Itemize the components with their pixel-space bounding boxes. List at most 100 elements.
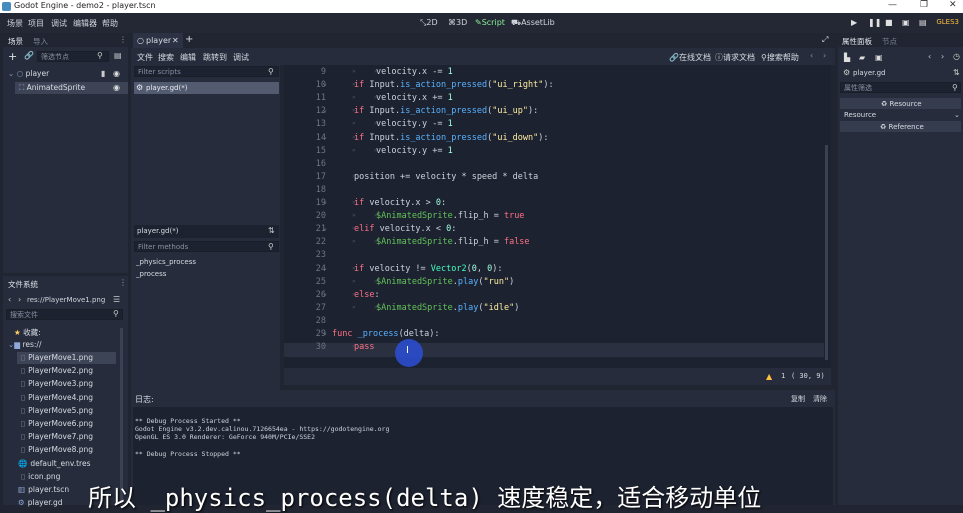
tab-import[interactable]: 导入 <box>33 36 48 47</box>
script-menu-file[interactable]: 文件 <box>137 52 153 63</box>
line-number: 11 <box>315 93 326 104</box>
dock-menu-icon[interactable]: ⋮ <box>119 35 127 44</box>
filter-methods-input[interactable]: Filter methods <box>134 241 279 252</box>
resource-section-label[interactable]: Resource <box>844 111 876 119</box>
script-item-label: player.gd(*) <box>146 84 188 92</box>
fold-arrow-icon[interactable]: ⌄ <box>322 290 328 298</box>
tab-inspector[interactable]: 属性面板 <box>842 36 872 47</box>
workspace-2d[interactable]: ⤡2D <box>420 18 438 28</box>
history-forward-icon[interactable]: › <box>941 52 944 61</box>
file-item[interactable]: ▯ icon.png <box>21 472 60 481</box>
close-icon[interactable]: ✕ <box>949 0 957 10</box>
file-item[interactable]: ⚙ player.gd <box>18 498 63 507</box>
indent-marker: » <box>374 238 378 246</box>
fullscreen-icon[interactable]: ⤢ <box>822 35 828 45</box>
sort-icon[interactable]: ⇅ <box>268 226 275 235</box>
root-folder[interactable]: ⌄▆ res:// <box>8 340 41 349</box>
node-player[interactable]: ⌄ ○ player <box>8 69 49 78</box>
play-icon[interactable]: ▶ <box>851 18 857 27</box>
tab-scene[interactable]: 场景 <box>8 36 23 47</box>
history-back-icon[interactable]: ‹ <box>810 51 813 60</box>
favorites-item[interactable]: ★ 收藏: <box>14 327 41 338</box>
fold-arrow-icon[interactable]: ⌄ <box>322 106 328 114</box>
file-item[interactable]: 🌐 default_env.tres <box>18 459 90 468</box>
visibility-icon[interactable]: ◉ <box>113 69 120 78</box>
add-tab-icon[interactable]: + <box>185 34 193 45</box>
node-animatedsprite[interactable]: ⛶ AnimatedSprite <box>19 83 85 93</box>
menu-help[interactable]: 帮助 <box>102 18 118 29</box>
workspace-script[interactable]: ✎Script <box>475 18 505 27</box>
new-resource-icon[interactable]: ▙ <box>844 53 850 62</box>
script-menu-edit[interactable]: 编辑 <box>180 52 196 63</box>
tab-node[interactable]: 节点 <box>882 36 897 47</box>
script-menu-debug[interactable]: 调试 <box>233 52 249 63</box>
fold-arrow-icon[interactable]: ⌄ <box>322 133 328 141</box>
warning-icon[interactable]: ▲ <box>766 372 772 381</box>
search-help-button[interactable]: ⚲搜索帮助 <box>761 52 799 63</box>
clear-button[interactable]: 清除 <box>813 394 827 404</box>
play-scene-icon[interactable]: ▣ <box>902 18 910 27</box>
minimize-icon[interactable]: — <box>888 0 897 10</box>
menu-debug[interactable]: 调试 <box>51 18 67 29</box>
indent-marker: » <box>352 133 356 141</box>
script-menu-goto[interactable]: 跳转到 <box>203 52 227 63</box>
chevron-down-icon[interactable]: ⌄ <box>954 111 960 119</box>
menu-editor[interactable]: 编辑器 <box>73 18 97 29</box>
open-folder-icon[interactable]: ▰ <box>859 53 865 62</box>
add-node-icon[interactable]: + <box>8 50 17 63</box>
file-item[interactable]: ▥ player.tscn <box>18 485 69 494</box>
file-item[interactable]: ▯ PlayerMove7.png <box>21 432 93 441</box>
history-back-icon[interactable]: ‹ <box>928 52 931 61</box>
code-scrollbar[interactable] <box>825 145 828 360</box>
split-view-icon[interactable]: ☰ <box>113 295 120 304</box>
fold-arrow-icon[interactable]: ⌄ <box>322 80 328 88</box>
file-item[interactable]: ▯ PlayerMove2.png <box>21 366 93 375</box>
dock-menu-icon[interactable]: ⋮ <box>119 278 127 287</box>
workspace-assetlib[interactable]: ⛟AssetLib <box>511 18 555 28</box>
scene-tab-label: player <box>146 36 172 45</box>
filesystem-path[interactable]: res://PlayerMove1.png <box>27 296 105 304</box>
menu-project[interactable]: 项目 <box>28 18 44 29</box>
fold-arrow-icon[interactable]: ⌄ <box>322 329 328 337</box>
save-icon[interactable]: ▣ <box>875 53 883 62</box>
file-item[interactable]: ▯ PlayerMove3.png <box>21 379 93 388</box>
workspace-3d[interactable]: ⌘3D <box>448 18 467 27</box>
link-icon[interactable]: 🔗 <box>24 51 34 60</box>
fold-arrow-icon[interactable]: ⌄ <box>322 198 328 206</box>
back-icon[interactable]: ‹ <box>8 295 11 304</box>
file-item[interactable]: ▯ PlayerMove4.png <box>21 393 93 402</box>
search-icon: ⚲ <box>268 242 274 251</box>
forward-icon[interactable]: › <box>18 295 21 304</box>
online-docs-button[interactable]: 🔗在线文档 <box>669 52 711 63</box>
pause-icon[interactable]: ❚❚ <box>868 18 881 27</box>
stop-icon[interactable]: ■ <box>885 18 893 27</box>
request-docs-button[interactable]: ⓘ请求文档 <box>715 52 755 63</box>
renderer-label[interactable]: GLES3 <box>936 18 959 26</box>
scene-dock: 场景 导入 ⋮ + 🔗 筛选节点 ⚲ ▤ ⌄ ○ player ▮ ◉ ⛶ An… <box>3 33 128 273</box>
search-files-input[interactable]: 搜索文件 <box>6 309 123 320</box>
history-forward-icon[interactable]: › <box>823 51 826 60</box>
fold-arrow-icon[interactable]: ⌄ <box>322 264 328 272</box>
code-line: $AnimatedSprite.flip_h = true <box>376 211 525 222</box>
file-item[interactable]: ▯ PlayerMove1.png <box>21 353 93 362</box>
fold-arrow-icon[interactable]: ⌄ <box>322 224 328 232</box>
script-attach-icon[interactable]: ▤ <box>114 51 122 60</box>
maximize-icon[interactable]: ❐ <box>920 0 928 10</box>
filesystem-title: 文件系统 <box>8 280 38 289</box>
copy-button[interactable]: 复制 <box>791 394 805 404</box>
filter-scripts-input[interactable]: Filter scripts <box>134 66 279 77</box>
close-tab-icon[interactable]: ✕ <box>172 36 179 45</box>
file-item[interactable]: ▯ PlayerMove6.png <box>21 419 93 428</box>
method-item[interactable]: _process <box>136 270 166 278</box>
play-custom-icon[interactable]: ▤ <box>919 18 927 27</box>
history-icon[interactable]: ◷ <box>953 52 960 61</box>
menu-scene[interactable]: 场景 <box>7 18 23 29</box>
object-menu-icon[interactable]: ⇅ <box>953 68 960 77</box>
script-icon[interactable]: ▮ <box>101 69 105 78</box>
script-menu-search[interactable]: 搜索 <box>158 52 174 63</box>
file-item[interactable]: ▯ PlayerMove5.png <box>21 406 93 415</box>
method-item[interactable]: _physics_process <box>136 258 196 266</box>
filter-properties-input[interactable]: 属性筛选 <box>840 82 961 93</box>
visibility-icon[interactable]: ◉ <box>113 83 120 92</box>
file-item[interactable]: ▯ PlayerMove8.png <box>21 445 93 454</box>
